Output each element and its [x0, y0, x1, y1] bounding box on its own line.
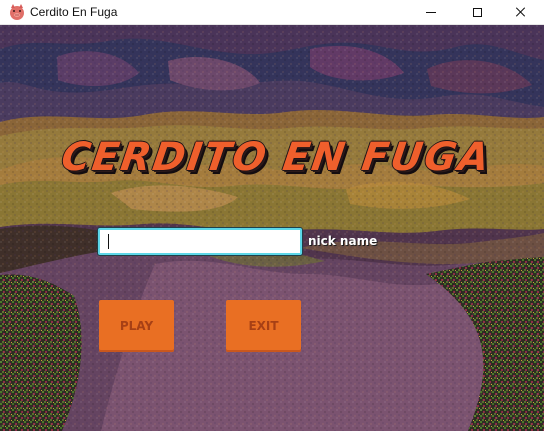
maximize-button[interactable] [454, 0, 500, 24]
game-window: Cerdito En Fuga CERDITO EN FUGA nick nam… [0, 0, 544, 431]
nickname-label: nick name [308, 234, 378, 248]
minimize-button[interactable] [408, 0, 454, 24]
text-cursor [108, 234, 109, 249]
exit-button[interactable]: EXIT [226, 300, 301, 352]
play-button[interactable]: PLAY [99, 300, 174, 352]
close-icon [515, 6, 527, 18]
pig-icon [10, 4, 24, 20]
maximize-icon [472, 7, 482, 17]
game-title: CERDITO EN FUGA [58, 135, 494, 180]
window-title: Cerdito En Fuga [30, 5, 118, 19]
nickname-input[interactable] [98, 228, 302, 255]
game-menu-scene: CERDITO EN FUGA nick name PLAY EXIT [0, 25, 544, 431]
minimize-icon [426, 11, 436, 13]
close-button[interactable] [498, 0, 544, 24]
window-titlebar: Cerdito En Fuga [0, 0, 544, 25]
